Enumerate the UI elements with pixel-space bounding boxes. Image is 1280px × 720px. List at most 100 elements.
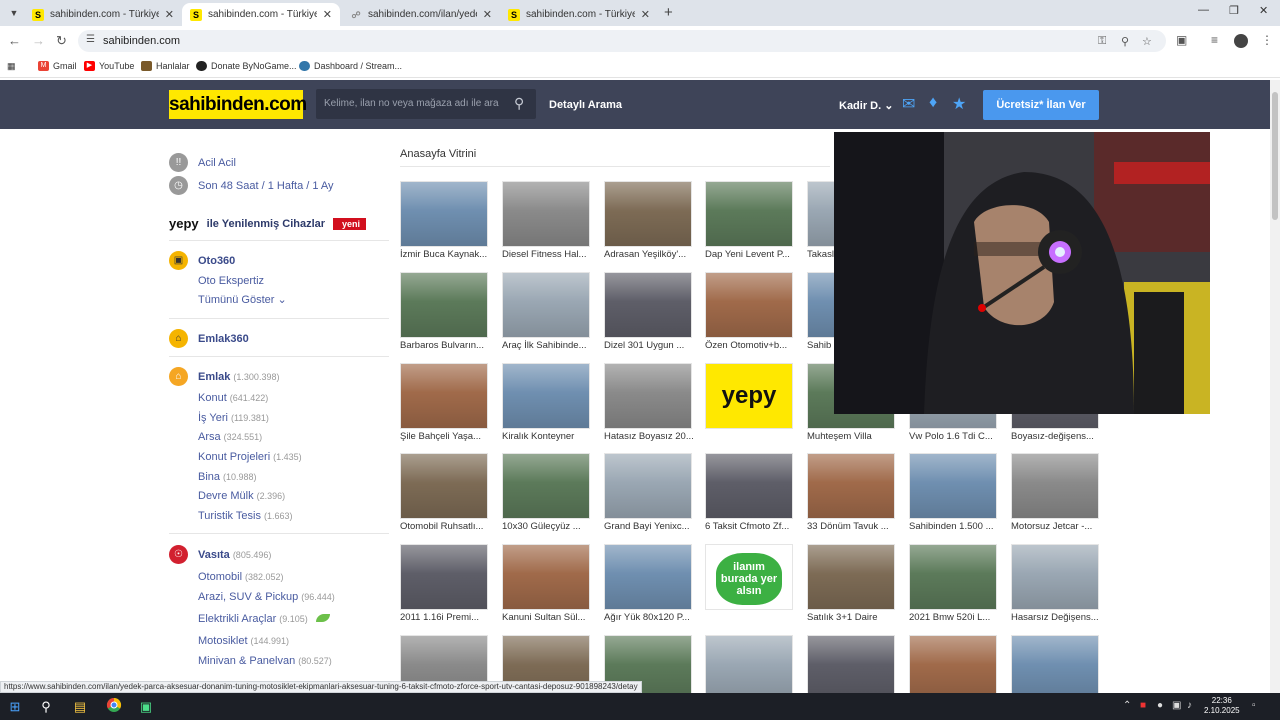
- listing-title[interactable]: 2011 1.16i Premi...: [400, 612, 490, 623]
- page-scrollbar[interactable]: [1270, 80, 1280, 693]
- listing-thumbnail[interactable]: [705, 181, 793, 247]
- windows-start-icon[interactable]: ⊞: [5, 697, 25, 716]
- window-close-icon[interactable]: ✕: [1259, 4, 1268, 17]
- listing-title[interactable]: 10x30 Güleçyüz ...: [502, 521, 592, 532]
- listing-title[interactable]: 33 Dönüm Tavuk ...: [807, 521, 897, 532]
- listing-thumbnail[interactable]: [400, 272, 488, 338]
- listing-title[interactable]: Araç İlk Sahibinde...: [502, 340, 592, 351]
- vasita-category[interactable]: ☉ Vasıta (805.496): [169, 545, 271, 564]
- close-icon[interactable]: ✕: [165, 8, 174, 21]
- listing-title[interactable]: Adrasan Yeşilköy'...: [604, 249, 694, 260]
- emlak-subcategory[interactable]: Konut (641.422): [198, 392, 268, 404]
- listing-card[interactable]: Sahibinden 1.500 ...: [909, 453, 999, 532]
- listing-thumbnail[interactable]: [604, 363, 692, 429]
- minimize-icon[interactable]: —: [1198, 4, 1209, 16]
- new-tab-icon[interactable]: +: [664, 4, 673, 21]
- media-icon[interactable]: ≡: [1211, 33, 1218, 47]
- listing-thumbnail[interactable]: [502, 453, 590, 519]
- tab-search-icon[interactable]: ▼: [6, 5, 22, 21]
- listing-card[interactable]: Diesel Fitness Hal...: [502, 181, 592, 260]
- listing-card[interactable]: Kanuni Sultan Sül...: [502, 544, 592, 623]
- listing-card[interactable]: Hatasız Boyasız 20...: [604, 363, 694, 442]
- listing-thumbnail[interactable]: [502, 363, 590, 429]
- oto360-link[interactable]: ▣ Oto360: [169, 251, 235, 270]
- listing-thumbnail[interactable]: [604, 544, 692, 610]
- listing-title[interactable]: Vw Polo 1.6 Tdi C...: [909, 431, 999, 442]
- tray-chevron-icon[interactable]: ⌃: [1123, 700, 1131, 711]
- listing-card[interactable]: Ağır Yük 80x120 P...: [604, 544, 694, 623]
- extensions-icon[interactable]: ▣: [1176, 33, 1187, 47]
- listing-title[interactable]: 2021 Bmw 520i L...: [909, 612, 999, 623]
- zoom-icon[interactable]: ⚲: [1121, 35, 1129, 48]
- site-info-icon[interactable]: ☰: [86, 34, 95, 45]
- show-all-link[interactable]: Tümünü Göster ⌄: [198, 293, 287, 306]
- volume-icon[interactable]: ♪: [1187, 700, 1192, 711]
- taskbar-clock[interactable]: 22:36 2.10.2025: [1204, 696, 1240, 716]
- listing-thumbnail[interactable]: [909, 544, 997, 610]
- listing-card[interactable]: Özen Otomotiv+b...: [705, 272, 795, 351]
- apps-grid-icon[interactable]: ▦: [7, 61, 16, 72]
- listing-thumbnail[interactable]: [1011, 544, 1099, 610]
- search-icon[interactable]: ⚲: [514, 95, 524, 112]
- listing-title[interactable]: Şile Bahçeli Yaşa...: [400, 431, 490, 442]
- notifications-icon[interactable]: ▫: [1252, 700, 1256, 711]
- emlak-subcategory[interactable]: Bina (10.988): [198, 471, 257, 483]
- url-text[interactable]: sahibinden.com: [103, 35, 180, 47]
- listing-card[interactable]: Motorsuz Jetcar -...: [1011, 453, 1101, 532]
- emlak-subcategory[interactable]: Konut Projeleri (1.435): [198, 451, 302, 463]
- emlak-subcategory[interactable]: İş Yeri (119.381): [198, 412, 269, 424]
- yepy-promo[interactable]: yepy ile Yenilenmiş Cihazlar yeni: [169, 216, 367, 231]
- listing-thumbnail[interactable]: [705, 272, 793, 338]
- listing-thumbnail[interactable]: [502, 544, 590, 610]
- file-explorer-icon[interactable]: ▤: [70, 697, 90, 716]
- browser-menu-icon[interactable]: ⋮: [1261, 33, 1273, 47]
- listing-thumbnail[interactable]: [604, 181, 692, 247]
- reload-icon[interactable]: ↻: [56, 33, 67, 49]
- browser-tab[interactable]: S sahibinden.com - Türkiye'nin Ö ✕: [500, 3, 658, 26]
- listing-card[interactable]: İzmir Buca Kaynak...: [400, 181, 490, 260]
- listing-card[interactable]: Barbaros Bulvarın...: [400, 272, 490, 351]
- detailed-search-link[interactable]: Detaylı Arama: [549, 99, 622, 111]
- listing-title[interactable]: Hatasız Boyasız 20...: [604, 431, 694, 442]
- listing-title[interactable]: İzmir Buca Kaynak...: [400, 249, 490, 260]
- profile-avatar[interactable]: [1234, 34, 1248, 48]
- listing-thumbnail[interactable]: [807, 453, 895, 519]
- envelope-icon[interactable]: ✉: [902, 94, 915, 114]
- listing-card[interactable]: yepy: [705, 363, 795, 431]
- bookmark-youtube[interactable]: ▶ YouTube: [84, 61, 134, 71]
- listing-title[interactable]: Sahibinden 1.500 ...: [909, 521, 999, 532]
- listing-title[interactable]: Dizel 301 Uygun ...: [604, 340, 694, 351]
- emlak-subcategory[interactable]: Turistik Tesis (1.663): [198, 510, 293, 522]
- listing-thumbnail[interactable]: [502, 272, 590, 338]
- listing-card[interactable]: Araç İlk Sahibinde...: [502, 272, 592, 351]
- listing-thumbnail[interactable]: [400, 363, 488, 429]
- forward-icon[interactable]: →: [32, 33, 45, 48]
- url-omnibox[interactable]: ☰ sahibinden.com ⚿ ⚲ ☆: [78, 30, 1166, 52]
- emlak-subcategory[interactable]: Devre Mülk (2.396): [198, 490, 285, 502]
- listing-title[interactable]: Motorsuz Jetcar -...: [1011, 521, 1101, 532]
- restore-icon[interactable]: ❐: [1229, 4, 1239, 17]
- listing-card[interactable]: Dizel 301 Uygun ...: [604, 272, 694, 351]
- acil-link[interactable]: !! Acil Acil: [169, 153, 236, 172]
- vasita-subcategory[interactable]: Otomobil (382.052): [198, 571, 284, 583]
- search-input[interactable]: Kelime, ilan no veya mağaza adı ile ara …: [316, 89, 536, 119]
- chrome-icon[interactable]: [104, 697, 124, 716]
- star-icon[interactable]: ★: [952, 94, 966, 114]
- listing-title[interactable]: Muhteşem Villa: [807, 431, 897, 442]
- listing-thumbnail[interactable]: [400, 544, 488, 610]
- bookmark-hanlalar[interactable]: Hanlalar: [141, 61, 190, 71]
- close-icon[interactable]: ✕: [483, 8, 492, 21]
- site-logo[interactable]: sahibinden.com: [169, 90, 307, 119]
- listing-card[interactable]: 2011 1.16i Premi...: [400, 544, 490, 623]
- listing-title[interactable]: Satılık 3+1 Daire: [807, 612, 897, 623]
- password-key-icon[interactable]: ⚿: [1098, 35, 1106, 48]
- listing-thumbnail[interactable]: [604, 272, 692, 338]
- listing-card[interactable]: Şile Bahçeli Yaşa...: [400, 363, 490, 442]
- listing-thumbnail[interactable]: [502, 181, 590, 247]
- bookmark-gmail[interactable]: M Gmail: [38, 61, 77, 71]
- browser-tab[interactable]: S sahibinden.com - Türkiye'nin Ö ✕: [24, 3, 182, 26]
- recent-ads-link[interactable]: ◷ Son 48 Saat / 1 Hafta / 1 Ay: [169, 176, 334, 195]
- bookmark-dashboard[interactable]: Dashboard / Stream...: [299, 61, 402, 71]
- browser-tab-active[interactable]: S sahibinden.com - Türkiye'nin Ö ✕: [182, 3, 340, 26]
- listing-card[interactable]: ilanım burada yer alsın: [705, 544, 795, 612]
